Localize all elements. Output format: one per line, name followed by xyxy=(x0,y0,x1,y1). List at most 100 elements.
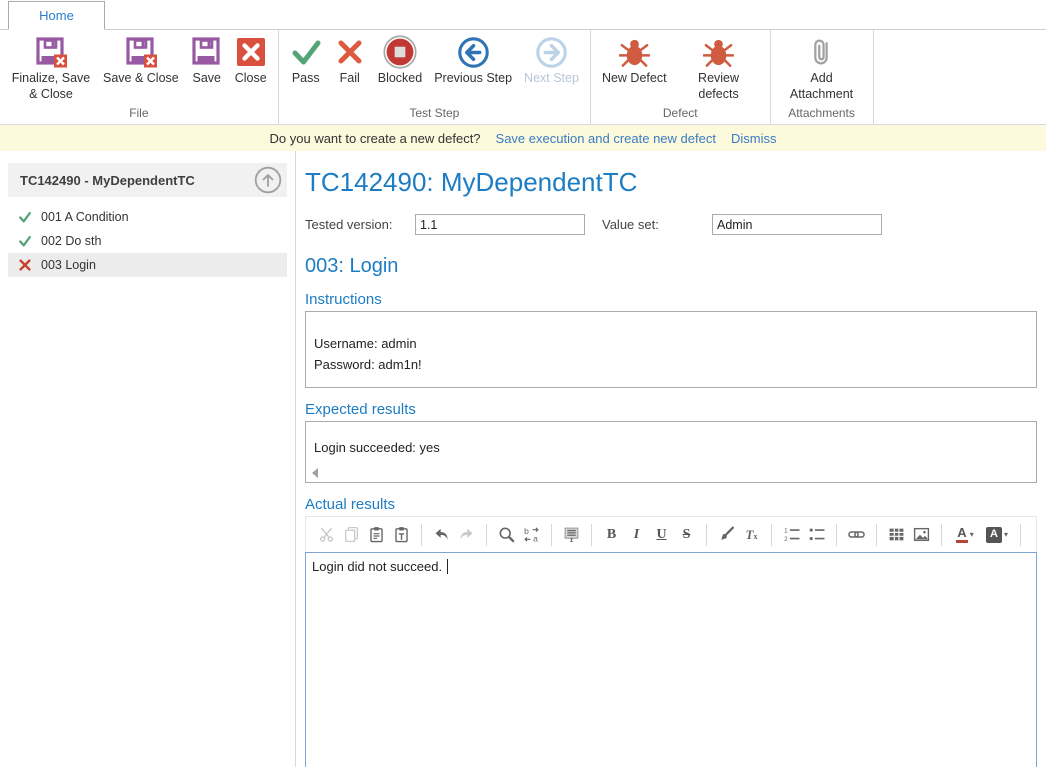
select-all-button[interactable] xyxy=(559,522,584,547)
expected-results-text: Login succeeded: yes xyxy=(314,437,1028,458)
step-heading: 003: Login xyxy=(305,255,1037,278)
close-icon xyxy=(235,34,267,70)
paste-text-icon xyxy=(393,526,410,543)
instructions-heading: Instructions xyxy=(305,291,1037,308)
cut-button xyxy=(314,522,339,547)
ribbon-group-file: Finalize, Save & Close Save & Close Save… xyxy=(0,30,279,124)
find-button[interactable] xyxy=(494,522,519,547)
step-label: 001 A Condition xyxy=(41,210,129,224)
paste-button[interactable] xyxy=(364,522,389,547)
instructions-text: Username: admin Password: adm1n! xyxy=(314,333,1028,375)
bug-icon xyxy=(619,34,650,70)
table-button[interactable] xyxy=(884,522,909,547)
link-button[interactable] xyxy=(844,522,869,547)
bg-color-icon: A xyxy=(986,527,1002,543)
collapse-panel-button[interactable] xyxy=(254,166,282,194)
next-step-icon xyxy=(535,34,568,70)
italic-icon: I xyxy=(634,528,639,542)
ribbon-group-defect: New Defect Review defectsDefect xyxy=(591,30,771,124)
toolbar-separator xyxy=(876,524,877,546)
expected-results-box: Login succeeded: yes xyxy=(305,421,1037,483)
value-set-label: Value set: xyxy=(602,217,712,232)
ribbon-group-label: Test Step xyxy=(284,103,585,124)
toolbar-separator xyxy=(836,524,837,546)
ribbon-button-blocked[interactable]: Blocked xyxy=(372,33,428,88)
save-close-icon xyxy=(125,34,157,70)
step-fail-icon xyxy=(18,258,32,272)
tab-home[interactable]: Home xyxy=(8,1,105,30)
ribbon-group-attachments: Add AttachmentAttachments xyxy=(771,30,874,124)
ribbon-button-label: Finalize, Save & Close xyxy=(11,71,91,102)
toolbar-separator xyxy=(421,524,422,546)
actual-results-editor: b a B I US Tx 1 2 A▾A▾ Login did not succee… xyxy=(305,516,1037,767)
toolbar-separator xyxy=(706,524,707,546)
bulleted-list-button[interactable] xyxy=(804,522,829,547)
toolbar-separator xyxy=(486,524,487,546)
notification-bar: Do you want to create a new defect? Save… xyxy=(0,125,1046,151)
ribbon-button-label: Save xyxy=(192,71,221,87)
ribbon-button-add-attachment[interactable]: Add Attachment xyxy=(776,33,868,103)
svg-text:2: 2 xyxy=(784,536,788,543)
copy-formatting-button[interactable] xyxy=(714,522,739,547)
numbered-list-icon: 1 2 xyxy=(783,526,800,543)
ribbon-button-review-defects[interactable]: Review defects xyxy=(673,33,765,103)
svg-text:b: b xyxy=(524,526,529,536)
text-color-button[interactable]: A▾ xyxy=(949,522,981,547)
numbered-list-button[interactable]: 1 2 xyxy=(779,522,804,547)
select-all-icon xyxy=(563,526,580,543)
save-close-icon xyxy=(35,34,67,70)
ribbon-button-previous-step[interactable]: Previous Step xyxy=(428,33,518,88)
undo-button[interactable] xyxy=(429,522,454,547)
actual-results-heading: Actual results xyxy=(305,496,1037,513)
ribbon-button-save[interactable]: Save xyxy=(185,33,229,88)
tested-version-input[interactable] xyxy=(415,214,585,235)
replace-button[interactable]: b a xyxy=(519,522,544,547)
cut-icon xyxy=(318,526,335,543)
underline-icon: U xyxy=(656,528,666,542)
step-item-002-do-sth[interactable]: 002 Do sth xyxy=(8,229,287,253)
remove-format-button[interactable]: Tx xyxy=(739,522,764,547)
ribbon-button-save-close[interactable]: Save & Close xyxy=(97,33,185,88)
paperclip-icon xyxy=(805,34,838,70)
save-execution-create-defect-link[interactable]: Save execution and create new defect xyxy=(496,131,716,146)
value-set-input[interactable] xyxy=(712,214,882,235)
bold-button[interactable]: B xyxy=(599,522,624,547)
bulleted-list-icon xyxy=(808,526,825,543)
ribbon-button-fail[interactable]: Fail xyxy=(328,33,372,88)
ribbon-button-label: Close xyxy=(235,71,267,87)
text-color-icon: A xyxy=(956,526,967,543)
instructions-box: Username: admin Password: adm1n! xyxy=(305,311,1037,388)
step-item-001-a-condition[interactable]: 001 A Condition xyxy=(8,205,287,229)
bug-icon xyxy=(703,34,734,70)
toolbar-separator xyxy=(551,524,552,546)
toolbar-separator xyxy=(941,524,942,546)
ribbon-button-label: Next Step xyxy=(524,71,579,87)
paste-icon xyxy=(368,526,385,543)
testcase-header: TC142490 - MyDependentTC xyxy=(8,163,287,197)
dismiss-link[interactable]: Dismiss xyxy=(731,131,777,146)
bg-color-button[interactable]: A▾ xyxy=(981,522,1013,547)
ribbon-button-finalize-save-close[interactable]: Finalize, Save & Close xyxy=(5,33,97,103)
notification-question: Do you want to create a new defect? xyxy=(270,131,481,146)
ribbon-group-label: Attachments xyxy=(776,103,868,124)
tested-version-label: Tested version: xyxy=(305,217,415,232)
actual-results-textarea[interactable]: Login did not succeed. xyxy=(305,552,1037,767)
paste-text-button[interactable] xyxy=(389,522,414,547)
ribbon-button-new-defect[interactable]: New Defect xyxy=(596,33,673,88)
ribbon-button-label: Fail xyxy=(340,71,360,87)
strikethrough-button[interactable]: S xyxy=(674,522,699,547)
step-label: 003 Login xyxy=(41,258,96,272)
splitter-collapse-icon[interactable] xyxy=(312,468,318,478)
step-item-003-login[interactable]: 003 Login xyxy=(8,253,287,277)
bold-icon: B xyxy=(607,528,616,542)
ribbon-button-close[interactable]: Close xyxy=(229,33,273,88)
steps-sidebar: TC142490 - MyDependentTC 001 A Condition… xyxy=(0,151,296,767)
step-pass-icon xyxy=(18,210,32,224)
actual-results-text: Login did not succeed. xyxy=(312,559,446,574)
italic-button[interactable]: I xyxy=(624,522,649,547)
ribbon-button-pass[interactable]: Pass xyxy=(284,33,328,88)
underline-button[interactable]: U xyxy=(649,522,674,547)
pass-icon xyxy=(290,34,322,70)
image-button[interactable] xyxy=(909,522,934,547)
testcase-header-label: TC142490 - MyDependentTC xyxy=(20,173,195,188)
